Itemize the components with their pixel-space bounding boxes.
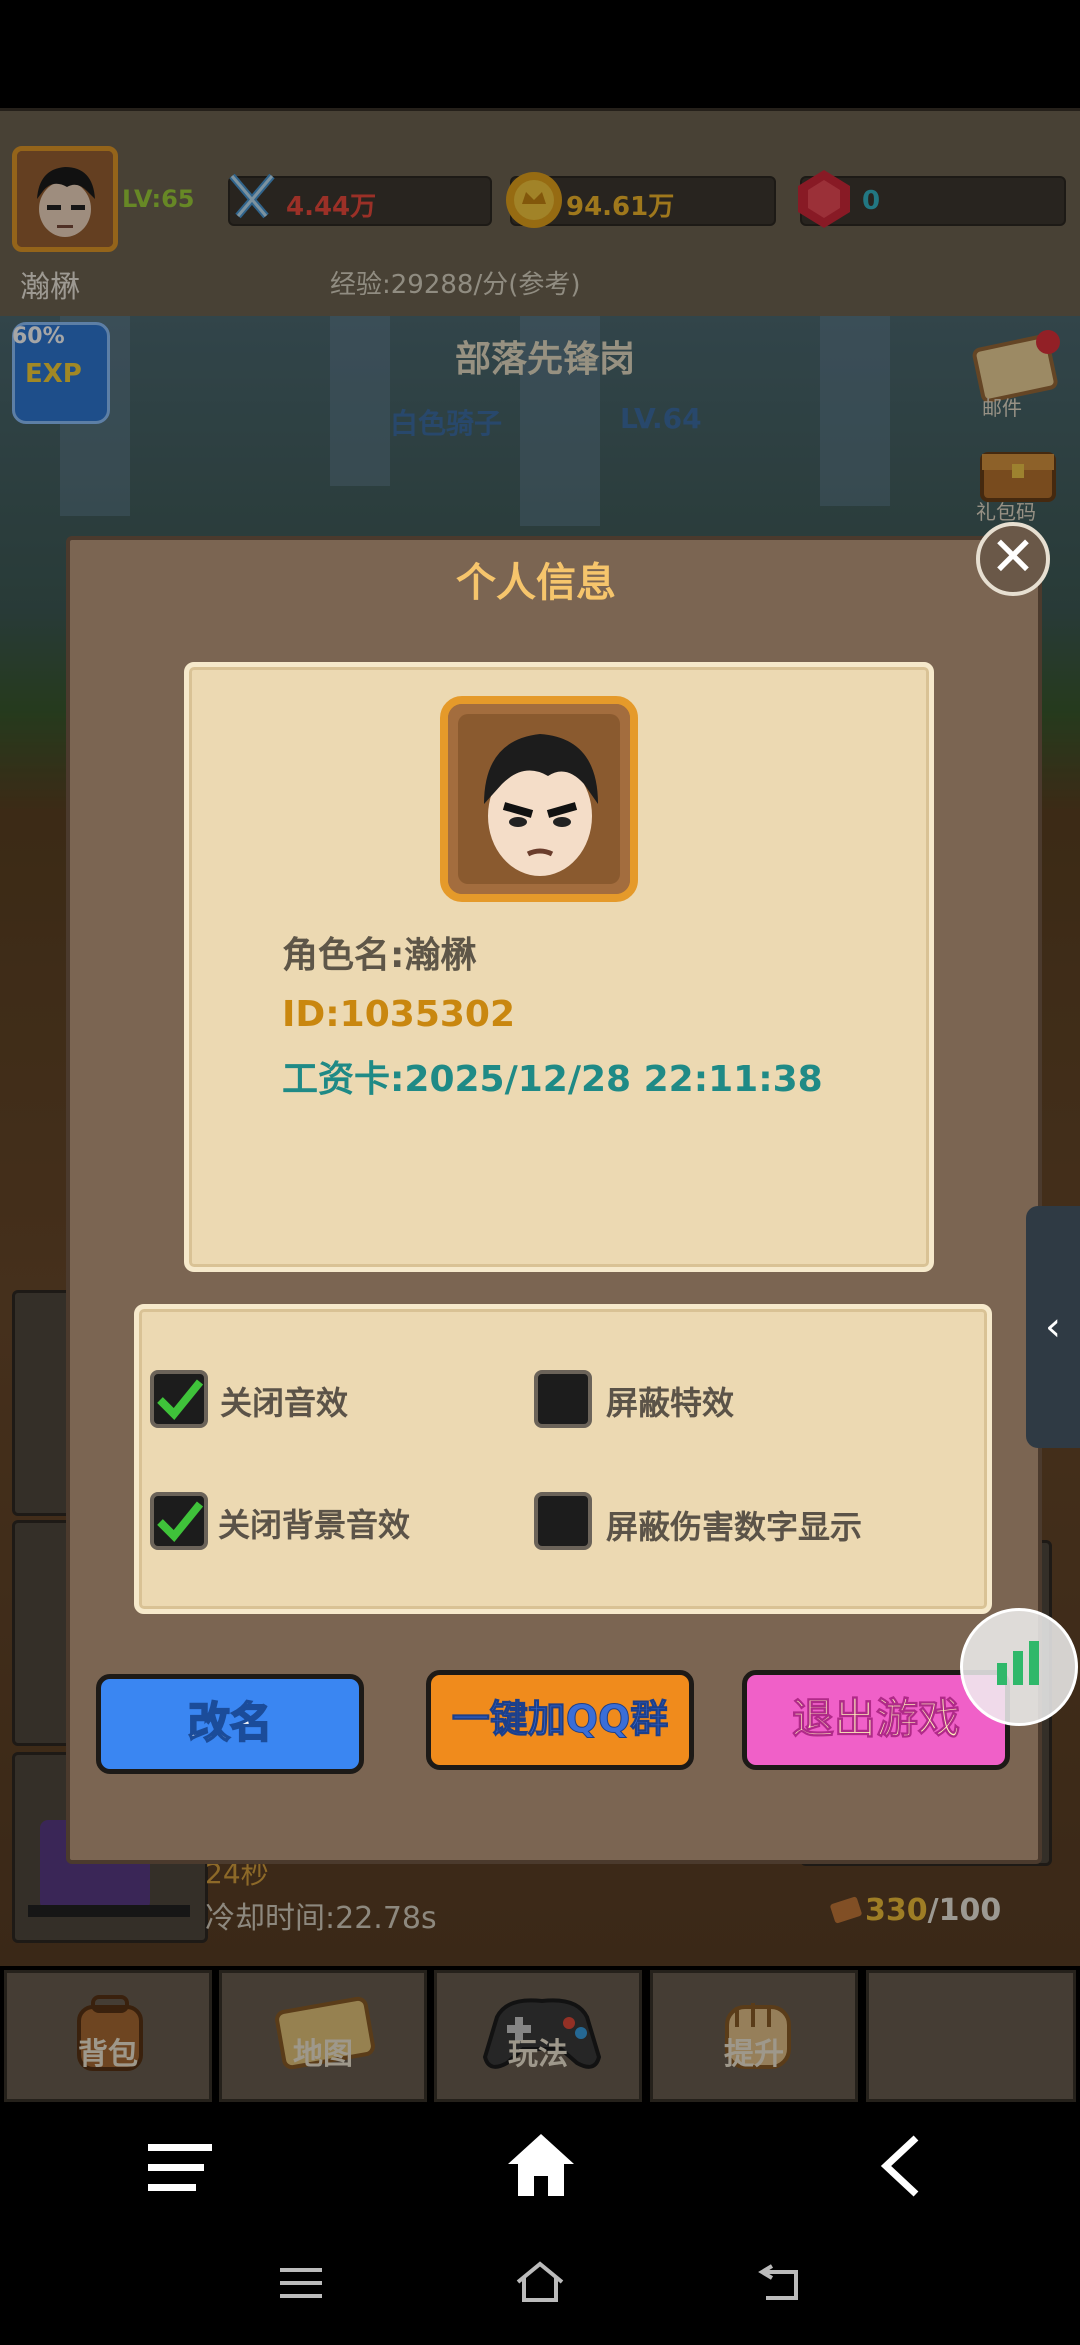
home-outline-icon[interactable] bbox=[514, 2260, 566, 2304]
checkbox[interactable] bbox=[534, 1492, 592, 1550]
player-id: ID:1035302 bbox=[282, 994, 516, 1035]
settings-panel bbox=[134, 1304, 992, 1614]
floating-stats-button[interactable] bbox=[960, 1608, 1078, 1726]
menu-icon[interactable] bbox=[148, 2140, 212, 2196]
option-label: 关闭背景音效 bbox=[218, 1506, 411, 1544]
option-mute-sfx[interactable] bbox=[150, 1370, 208, 1428]
join-qq-group-button[interactable]: 一键加QQ群 bbox=[426, 1670, 694, 1770]
role-portrait bbox=[440, 696, 638, 902]
checkbox[interactable] bbox=[534, 1370, 592, 1428]
option-label: 屏蔽特效 bbox=[606, 1384, 735, 1422]
character-face-icon bbox=[448, 704, 630, 894]
home-icon[interactable] bbox=[506, 2130, 576, 2200]
option-mute-bgm[interactable] bbox=[150, 1492, 208, 1550]
option-hide-effects[interactable] bbox=[534, 1370, 592, 1428]
option-label: 屏蔽伤害数字显示 bbox=[606, 1508, 863, 1546]
option-hide-damage-numbers[interactable] bbox=[534, 1492, 592, 1550]
rename-button[interactable]: 改名 bbox=[96, 1674, 364, 1774]
close-icon: ✕ bbox=[990, 525, 1036, 588]
chevron-left-icon: ‹ bbox=[1045, 1304, 1061, 1350]
return-icon[interactable] bbox=[758, 2262, 804, 2302]
checkmark-icon bbox=[157, 1501, 204, 1542]
back-icon[interactable] bbox=[878, 2134, 922, 2198]
side-drawer-tab[interactable]: ‹ bbox=[1026, 1206, 1080, 1448]
checkbox[interactable] bbox=[150, 1492, 208, 1550]
recents-icon[interactable] bbox=[280, 2266, 322, 2300]
checkbox[interactable] bbox=[150, 1370, 208, 1428]
dialog-title: 个人信息 bbox=[456, 560, 616, 606]
bar-chart-icon bbox=[997, 1641, 1039, 1685]
checkmark-icon bbox=[157, 1379, 204, 1420]
option-label: 关闭音效 bbox=[220, 1384, 349, 1422]
close-button[interactable]: ✕ bbox=[976, 522, 1050, 596]
salary-card: 工资卡:2025/12/28 22:11:38 bbox=[282, 1059, 823, 1100]
role-name: 角色名:瀚楙 bbox=[282, 935, 477, 976]
